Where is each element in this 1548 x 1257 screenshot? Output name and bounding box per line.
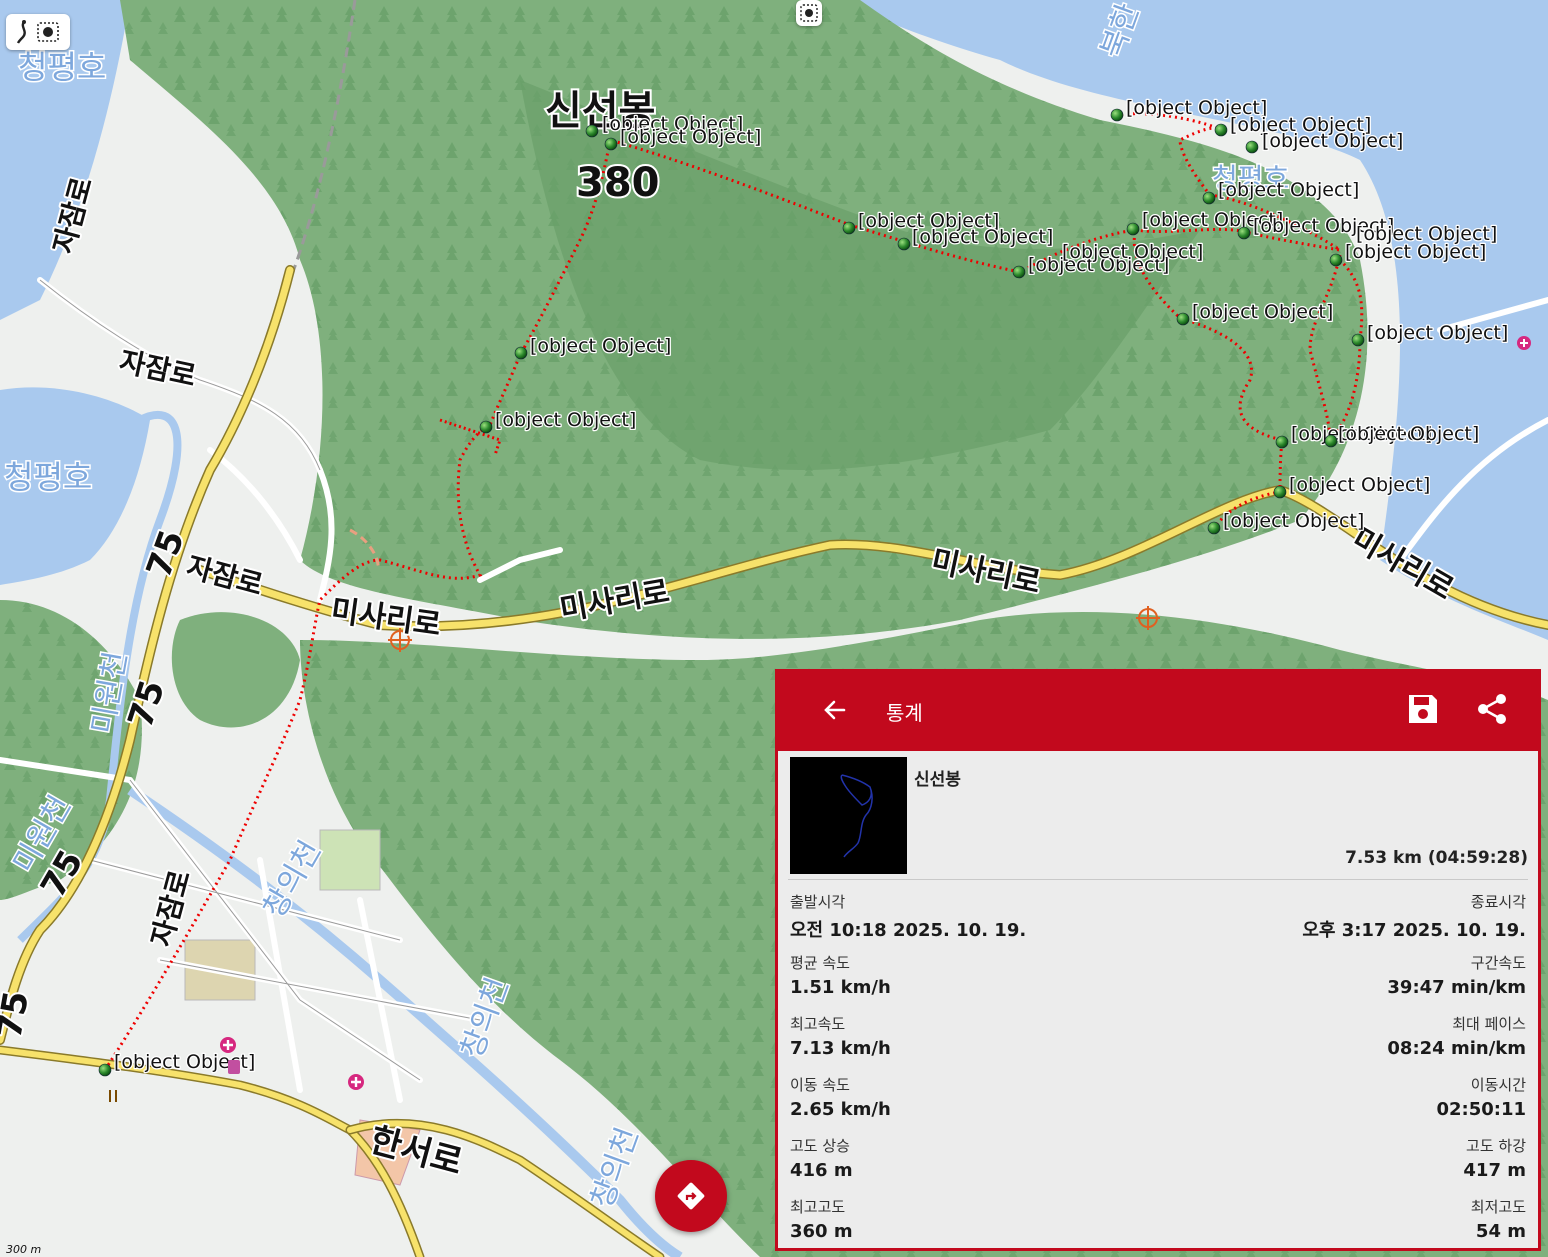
arrow-left-icon	[824, 700, 846, 720]
svg-text:[object Object]: [object Object]	[1062, 241, 1203, 263]
min-elevation-value: 54 m	[1475, 1221, 1526, 1242]
navigate-button[interactable]	[655, 1160, 727, 1232]
layer-icon	[800, 4, 818, 22]
share-button[interactable]	[1474, 691, 1510, 727]
elevation-gain-value: 416 m	[790, 1160, 853, 1181]
track-thumbnail[interactable]	[790, 757, 907, 874]
svg-text:[object Object]: [object Object]	[912, 226, 1053, 248]
stat-row: 최고고도 360 m 최저고도 54 m	[790, 1196, 1526, 1257]
track-and-layer-icon	[16, 20, 59, 44]
waypoint[interactable]: [object Object]	[1202, 178, 1361, 205]
town-block	[319, 829, 381, 891]
stat-row: 평균 속도 1.51 km/h 구간속도 39:47 min/km	[790, 952, 1526, 1013]
min-elevation-label: 최저고도	[1470, 1198, 1526, 1216]
svg-text:[object Object]: [object Object]	[1218, 179, 1359, 201]
waypoint-label: [object Object]	[1061, 240, 1205, 265]
hospital-icon	[1517, 336, 1531, 350]
total-distance-duration: 7.53 km (04:59:28)	[1345, 848, 1528, 868]
stat-row: 최고속도 7.13 km/h 최대 페이스 08:24 min/km	[790, 1013, 1526, 1074]
waypoint[interactable]: [object Object]	[1351, 321, 1510, 347]
moving-speed-value: 2.65 km/h	[790, 1099, 891, 1120]
start-time-value: 오전 10:18 2025. 10. 19.	[790, 920, 1027, 941]
svg-text:[object Object]: [object Object]	[1338, 423, 1479, 445]
waypoint[interactable]: [object Object]	[514, 334, 673, 360]
end-time-label: 종료시각	[1470, 893, 1526, 911]
waypoint[interactable]: [object Object]	[1273, 473, 1432, 499]
statistics-panel: 통계 신선봉 7.53 km (04:59:28) 출발시각 오전 10:18 …	[775, 669, 1541, 1251]
avg-speed-value: 1.51 km/h	[790, 977, 891, 998]
section-pace-value: 39:47 min/km	[1387, 977, 1526, 998]
svg-text:[object Object]: [object Object]	[530, 335, 671, 357]
svg-text:[object Object]: [object Object]	[1262, 130, 1403, 152]
svg-text:[object Object]: [object Object]	[495, 409, 636, 431]
panel-title: 통계	[886, 701, 923, 725]
peak-elevation: 380	[576, 160, 660, 206]
back-button[interactable]	[818, 693, 852, 727]
track-preview-icon	[840, 774, 873, 858]
max-speed-value: 7.13 km/h	[790, 1038, 891, 1059]
water-label: 청평호	[18, 48, 106, 86]
svg-text:[object Object]: [object Object]	[1223, 510, 1364, 532]
map-toolbar-button[interactable]	[6, 14, 70, 50]
hospital-icon	[220, 1037, 236, 1053]
waypoint[interactable]: [object Object]	[1324, 422, 1481, 448]
svg-text:[object Object]: [object Object]	[1289, 474, 1430, 496]
start-time-label: 출발시각	[790, 893, 846, 911]
elevation-gain-label: 고도 상승	[790, 1137, 850, 1155]
moving-speed-label: 이동 속도	[790, 1076, 850, 1094]
stat-row: 고도 상승 416 m 고도 하강 417 m	[790, 1135, 1526, 1196]
hospital-icon	[348, 1074, 364, 1090]
svg-text:[object Object]: [object Object]	[1367, 322, 1508, 344]
waypoint[interactable]: [object Object]	[604, 125, 763, 151]
map-scale: 300 m	[6, 1243, 42, 1256]
waypoint[interactable]: [object Object]	[479, 408, 638, 434]
moving-time-label: 이동시간	[1470, 1076, 1526, 1094]
moving-time-value: 02:50:11	[1436, 1099, 1526, 1120]
max-pace-value: 08:24 min/km	[1387, 1038, 1526, 1059]
bank-icon	[228, 1060, 240, 1074]
water-label: 청평호	[4, 458, 92, 496]
max-elevation-value: 360 m	[790, 1221, 853, 1242]
max-pace-label: 최대 페이스	[1452, 1015, 1526, 1033]
elevation-loss-label: 고도 하강	[1466, 1137, 1526, 1155]
max-speed-label: 최고속도	[790, 1015, 846, 1033]
track-name: 신선봉	[914, 770, 961, 790]
svg-text:[object Object]: [object Object]	[1192, 301, 1333, 323]
avg-speed-label: 평균 속도	[790, 954, 850, 972]
max-elevation-label: 최고고도	[790, 1198, 846, 1216]
share-icon	[1478, 694, 1506, 724]
waypoint[interactable]: [object Object]	[1207, 509, 1366, 535]
directions-icon	[677, 1182, 705, 1210]
panel-header: 통계	[778, 669, 1538, 751]
waypoint[interactable]: [object Object]	[1176, 300, 1335, 326]
svg-text:[object Object]: [object Object]	[1345, 241, 1486, 263]
section-pace-label: 구간속도	[1470, 954, 1526, 972]
save-button[interactable]	[1405, 691, 1441, 727]
svg-text:[object Object]: [object Object]	[620, 126, 761, 148]
waypoint[interactable]: [object Object]	[1245, 129, 1405, 154]
elevation-loss-value: 417 m	[1463, 1160, 1526, 1181]
stat-row: 출발시각 오전 10:18 2025. 10. 19. 종료시각 오후 3:17…	[790, 891, 1526, 952]
end-time-value: 오후 3:17 2025. 10. 19.	[1302, 920, 1526, 941]
waypoint[interactable]: [object Object]	[1329, 240, 1488, 267]
stat-row: 이동 속도 2.65 km/h 이동시간 02:50:11	[790, 1074, 1526, 1135]
waypoint[interactable]: [object Object]	[897, 225, 1055, 251]
layer-button[interactable]	[796, 0, 822, 26]
track-summary: 신선봉 7.53 km (04:59:28)	[788, 751, 1528, 880]
floppy-disk-icon	[1409, 695, 1437, 723]
